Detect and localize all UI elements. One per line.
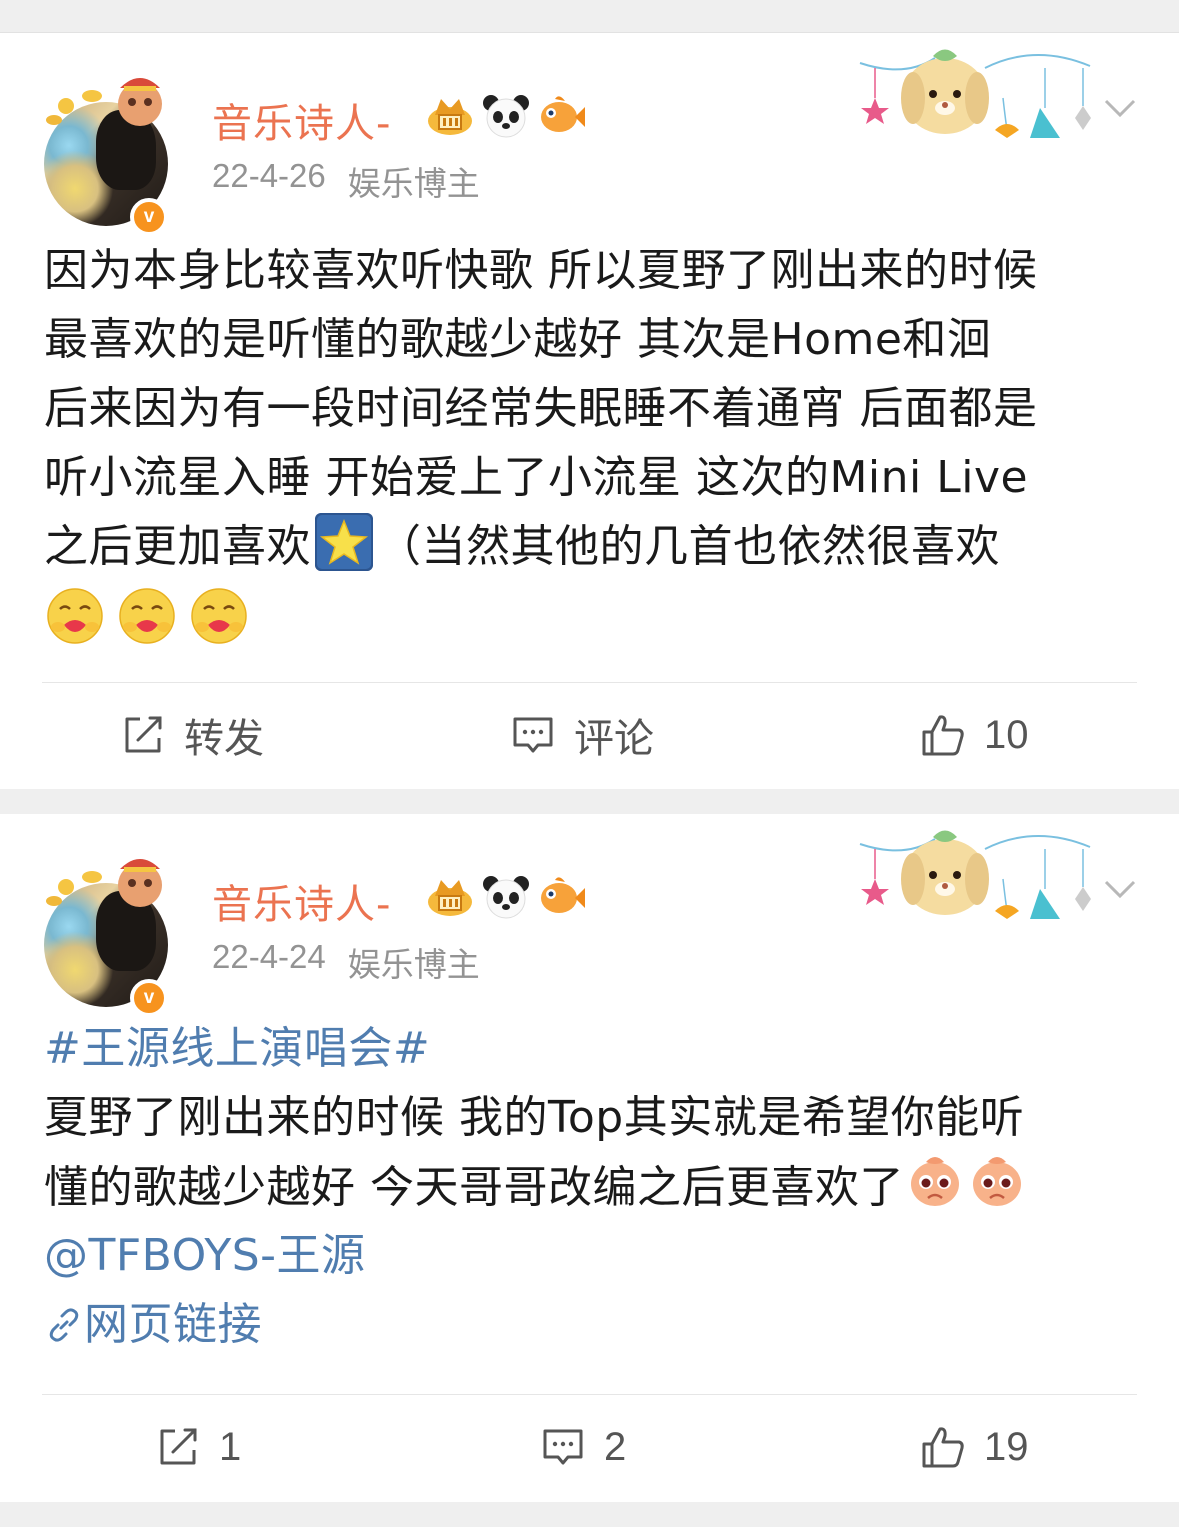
avatar-decoration-icon xyxy=(46,859,162,907)
divider xyxy=(42,1394,1137,1395)
post-date[interactable]: 22-4-26 xyxy=(212,157,326,205)
avatar[interactable]: v xyxy=(40,68,172,236)
crown-badge-icon[interactable] xyxy=(425,874,475,920)
chevron-down-icon[interactable] xyxy=(1100,93,1140,123)
username[interactable]: 音乐诗人- xyxy=(212,91,391,149)
emoji-row xyxy=(44,581,1139,650)
post-text: 因为本身比较喜欢听快歌 所以夏野了刚出来的时候 最喜欢的是听懂的歌越少越好 其次… xyxy=(44,236,1139,650)
comment-button[interactable]: 2 xyxy=(540,1397,626,1497)
post-text-line: 懂的歌越少越好 今天哥哥改编之后更喜欢了 xyxy=(44,1152,1139,1221)
post-date[interactable]: 22-4-24 xyxy=(212,938,326,986)
comment-icon xyxy=(543,1429,583,1465)
user-badges[interactable] xyxy=(425,93,587,139)
star-emoji-icon xyxy=(315,513,373,571)
repost-icon xyxy=(125,716,162,753)
action-bar: 1 2 19 xyxy=(0,1397,1179,1497)
avatar[interactable]: v xyxy=(40,849,172,1017)
like-button[interactable]: 10 xyxy=(920,685,1029,785)
user-role: 娱乐博主 xyxy=(347,164,480,203)
top-spacer xyxy=(0,0,1179,33)
repost-button[interactable]: 转发 xyxy=(120,685,264,785)
cute-emoji-icon xyxy=(973,1157,1021,1206)
post-text-line: 之后更加喜欢 （当然其他的几首也依然很喜欢 xyxy=(44,512,1139,581)
card-decoration-icon xyxy=(859,830,1091,919)
thumbs-up-icon xyxy=(922,1427,964,1468)
like-count: 19 xyxy=(984,1424,1029,1469)
post-meta: 22-4-26 娱乐博主 xyxy=(212,157,480,205)
post-card[interactable]: v 音乐诗人- 22-4-26 娱乐博主 因为本身比较喜欢听快歌 所以夏野了刚出… xyxy=(0,33,1179,789)
username[interactable]: 音乐诗人- xyxy=(212,872,391,930)
mention-link[interactable]: @TFBOYS-王源 xyxy=(44,1221,1139,1290)
link-icon xyxy=(49,1308,79,1342)
panda-badge-icon[interactable] xyxy=(481,93,531,139)
crown-badge-icon[interactable] xyxy=(425,93,475,139)
divider xyxy=(42,682,1137,683)
like-button[interactable]: 19 xyxy=(920,1397,1029,1497)
hashtag-link[interactable]: #王源线上演唱会# xyxy=(44,1014,1139,1083)
verified-badge-icon: v xyxy=(130,979,168,1017)
post-card[interactable]: v 音乐诗人- 22-4-24 娱乐博主 #王源线上演唱会# 夏野了刚出来的时候… xyxy=(0,814,1179,1502)
fish-badge-icon[interactable] xyxy=(537,874,587,920)
web-link[interactable]: 网页链接 xyxy=(44,1290,1139,1359)
chevron-down-icon[interactable] xyxy=(1100,874,1140,904)
post-text-fragment: 懂的歌越少越好 今天哥哥改编之后更喜欢了 xyxy=(44,1162,904,1213)
repost-label: 转发 xyxy=(184,716,264,762)
post-text: #王源线上演唱会# 夏野了刚出来的时候 我的Top其实就是希望你能听 懂的歌越少… xyxy=(44,1014,1139,1359)
comment-icon xyxy=(513,717,553,753)
post-text-line: 因为本身比较喜欢听快歌 所以夏野了刚出来的时候 xyxy=(44,245,1038,296)
card-decoration-icon xyxy=(859,49,1091,138)
repost-button[interactable]: 1 xyxy=(155,1397,241,1497)
hug-emoji-icon xyxy=(191,587,247,644)
repost-count: 1 xyxy=(219,1424,242,1469)
user-badges[interactable] xyxy=(425,874,587,920)
post-text-line: 夏野了刚出来的时候 我的Top其实就是希望你能听 xyxy=(44,1092,1025,1143)
post-text-line: 后来因为有一段时间经常失眠睡不着通宵 后面都是 xyxy=(44,383,1038,434)
post-text-fragment: （当然其他的几首也依然很喜欢 xyxy=(377,521,1000,572)
panda-badge-icon[interactable] xyxy=(481,874,531,920)
comment-count: 2 xyxy=(604,1424,627,1469)
hug-emoji-icon xyxy=(47,587,103,644)
avatar-decoration-icon xyxy=(46,78,162,126)
cute-emoji-icon xyxy=(911,1157,959,1206)
comment-label: 评论 xyxy=(574,716,654,762)
repost-icon xyxy=(160,1428,197,1465)
action-bar: 转发 评论 10 xyxy=(0,685,1179,785)
verified-badge-icon: v xyxy=(130,198,168,236)
post-meta: 22-4-24 娱乐博主 xyxy=(212,938,480,986)
hug-emoji-icon xyxy=(119,587,175,644)
thumbs-up-icon xyxy=(922,715,964,756)
comment-button[interactable]: 评论 xyxy=(510,685,654,785)
post-text-line: 最喜欢的是听懂的歌越少越好 其次是Home和洄 xyxy=(44,314,992,365)
web-link-label: 网页链接 xyxy=(84,1299,262,1350)
like-count: 10 xyxy=(984,712,1029,757)
post-text-fragment: 之后更加喜欢 xyxy=(44,521,311,572)
user-role: 娱乐博主 xyxy=(347,945,480,984)
fish-badge-icon[interactable] xyxy=(537,93,587,139)
post-text-line: 听小流星入睡 开始爱上了小流星 这次的Mini Live xyxy=(44,452,1029,503)
